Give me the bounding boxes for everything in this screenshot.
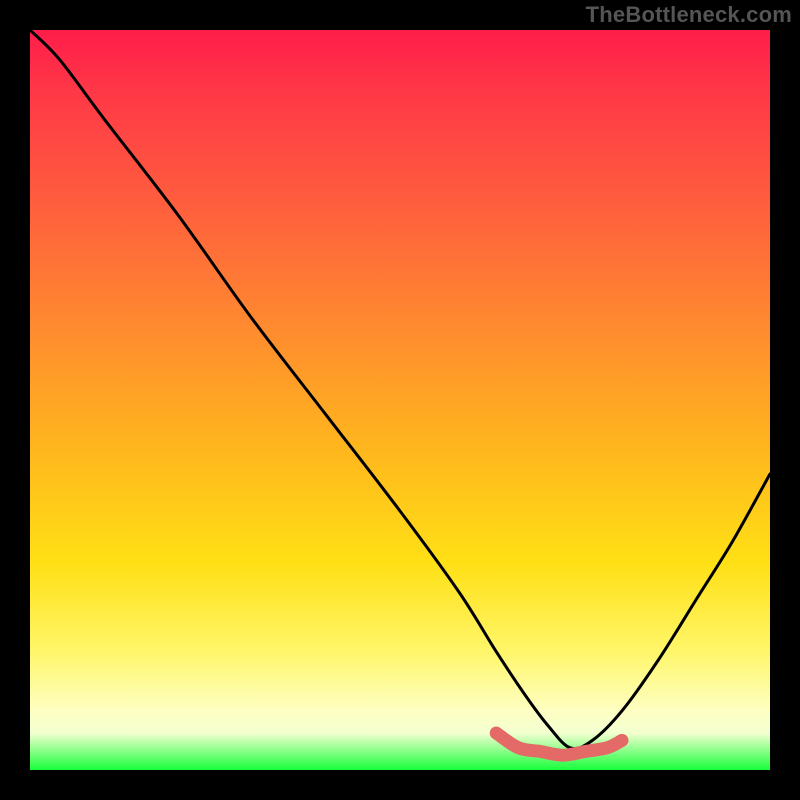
plot-area [30, 30, 770, 770]
curve-layer [30, 30, 770, 770]
chart-stage: TheBottleneck.com [0, 0, 800, 800]
bottleneck-curve [30, 30, 770, 749]
optimal-region-marker [496, 733, 622, 755]
watermark-text: TheBottleneck.com [586, 2, 792, 28]
